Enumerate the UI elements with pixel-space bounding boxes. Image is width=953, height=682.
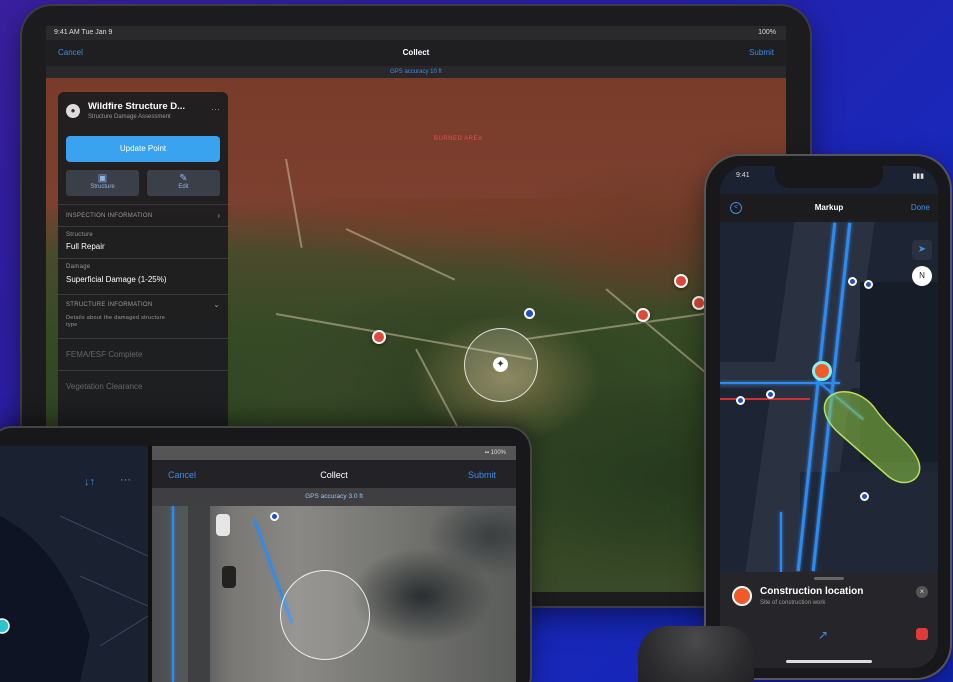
map-area-label: BURNED AREA [434, 136, 483, 142]
collect-nav-bar: Cancel Collect Submit [152, 460, 516, 488]
close-icon[interactable]: × [916, 586, 928, 598]
feature-title: Wildfire Structure D... [88, 101, 186, 112]
map-marker-red[interactable] [372, 330, 386, 344]
feature-title: Construction location [760, 586, 864, 597]
compass-icon[interactable]: N [912, 266, 932, 286]
structure-button[interactable]: ▣ Structure [66, 170, 139, 196]
sort-icon[interactable]: ↓↑ [84, 476, 95, 488]
section-note: Details about the damaged structure type [66, 315, 166, 328]
status-time: 9:41 [736, 172, 750, 179]
map-marker-blue[interactable] [736, 396, 745, 405]
more-options-icon[interactable]: ··· [120, 474, 131, 486]
utility-line[interactable] [172, 506, 174, 682]
smart-speaker [638, 626, 754, 682]
satellite-map[interactable] [152, 506, 516, 682]
utility-line[interactable] [780, 512, 782, 572]
map-marker-blue[interactable] [270, 512, 279, 521]
current-location-ring[interactable]: ✦ [464, 328, 538, 402]
nav-title: Collect [402, 48, 430, 57]
location-icon: ✦ [493, 357, 508, 372]
status-indicators: ▪▪ 100% [484, 450, 506, 456]
feature-detail-panel: ● Wildfire Structure D... Structure Dama… [58, 92, 228, 432]
map-marker-blue[interactable] [860, 492, 869, 501]
utility-line-red[interactable] [720, 398, 810, 400]
current-location-ring[interactable] [280, 570, 370, 660]
more-options-icon[interactable]: ··· [211, 104, 220, 114]
structure-icon: ▣ [97, 173, 108, 184]
markup-map[interactable]: ➤ N [720, 222, 938, 572]
done-button[interactable]: Done [911, 203, 930, 212]
navigation-arrow-icon[interactable]: ➤ [912, 240, 932, 260]
section-inspection[interactable]: INSPECTION INFORMATION › [58, 204, 228, 226]
section-structure-info[interactable]: STRUCTURE INFORMATION ⌄ Details about th… [58, 294, 228, 338]
feature-color-icon [732, 586, 752, 606]
navigation-arrow-icon[interactable]: ↗ [818, 628, 828, 642]
ipad-status-bar: 9:41 AM Tue Jan 9 100% [46, 26, 786, 40]
map-marker-blue[interactable] [864, 280, 873, 289]
map-marker-blue[interactable] [848, 277, 857, 286]
burn-area-edge [226, 198, 786, 278]
trash-icon[interactable] [916, 628, 928, 640]
feature-subtitle: Structure Damage Assessment [88, 114, 171, 120]
field-fema[interactable]: FEMA/ESF Complete [58, 338, 228, 370]
map-marker-red[interactable] [674, 274, 688, 288]
iphone-nav-bar: < Markup Done [720, 194, 938, 222]
dark-vector-map [0, 515, 148, 682]
field-value: Superficial Damage (1-25%) [66, 275, 167, 284]
nav-title: Markup [814, 203, 844, 212]
pencil-icon: ✎ [179, 173, 188, 184]
ipad-front-screen: ↓↑ ··· ▪▪ 100% Cancel Collect Submit GPS… [0, 446, 516, 682]
field-label: Structure [66, 232, 94, 238]
iphone-notch [775, 166, 883, 188]
map-marker-blue[interactable] [524, 308, 535, 319]
field-muted-label: FEMA/ESF Complete [66, 350, 143, 359]
left-map-pane[interactable]: ↓↑ ··· [0, 446, 148, 682]
field-value: Full Repair [66, 242, 105, 251]
construction-area-polygon[interactable] [820, 382, 930, 502]
chevron-right-icon: › [217, 211, 220, 220]
sheet-grabber[interactable] [814, 577, 844, 580]
map-road [188, 506, 210, 682]
map-road [525, 310, 725, 340]
submit-button[interactable]: Submit [749, 48, 774, 57]
map-marker-red[interactable] [692, 296, 706, 310]
structure-button-label: Structure [90, 184, 115, 190]
ipad-nav-bar: Cancel Collect Submit [46, 40, 786, 66]
chevron-down-icon: ⌄ [213, 300, 220, 309]
status-battery: 100% [758, 29, 776, 36]
update-point-button[interactable]: Update Point [66, 136, 220, 162]
selected-feature-marker[interactable] [812, 361, 832, 381]
field-label: Damage [66, 264, 91, 270]
gps-accuracy-banner: GPS accuracy 3.0 ft [152, 488, 516, 506]
status-time: 9:41 AM Tue Jan 9 [54, 29, 113, 36]
feature-type-icon: ● [66, 104, 80, 118]
map-car [222, 566, 236, 588]
edit-button[interactable]: ✎ Edit [147, 170, 220, 196]
field-muted-label: Vegetation Clearance [66, 382, 143, 391]
map-marker-blue[interactable] [766, 390, 775, 399]
submit-button[interactable]: Submit [468, 470, 496, 480]
status-battery: ▮▮▮ [912, 173, 924, 180]
section-label: STRUCTURE INFORMATION [66, 302, 153, 308]
home-indicator [786, 660, 872, 663]
iphone-screen: 9:41 ▮▮▮ < Markup Done ➤ N Construction … [720, 166, 938, 668]
panel-header: ● Wildfire Structure D... Structure Dama… [58, 92, 228, 130]
field-damage[interactable]: Damage Superficial Damage (1-25%) [58, 258, 228, 294]
field-structure[interactable]: Structure Full Repair [58, 226, 228, 258]
field-vegetation[interactable]: Vegetation Clearance [58, 370, 228, 402]
section-label: INSPECTION INFORMATION [66, 213, 153, 219]
map-marker-red[interactable] [636, 308, 650, 322]
edit-button-label: Edit [178, 184, 189, 190]
nav-title: Collect [320, 470, 348, 480]
gps-accuracy-banner: GPS accuracy 10 ft [46, 66, 786, 78]
right-collect-pane: ▪▪ 100% Cancel Collect Submit GPS accura… [152, 446, 516, 682]
feature-subtitle: Site of construction work [760, 600, 826, 606]
map-car [216, 514, 230, 536]
